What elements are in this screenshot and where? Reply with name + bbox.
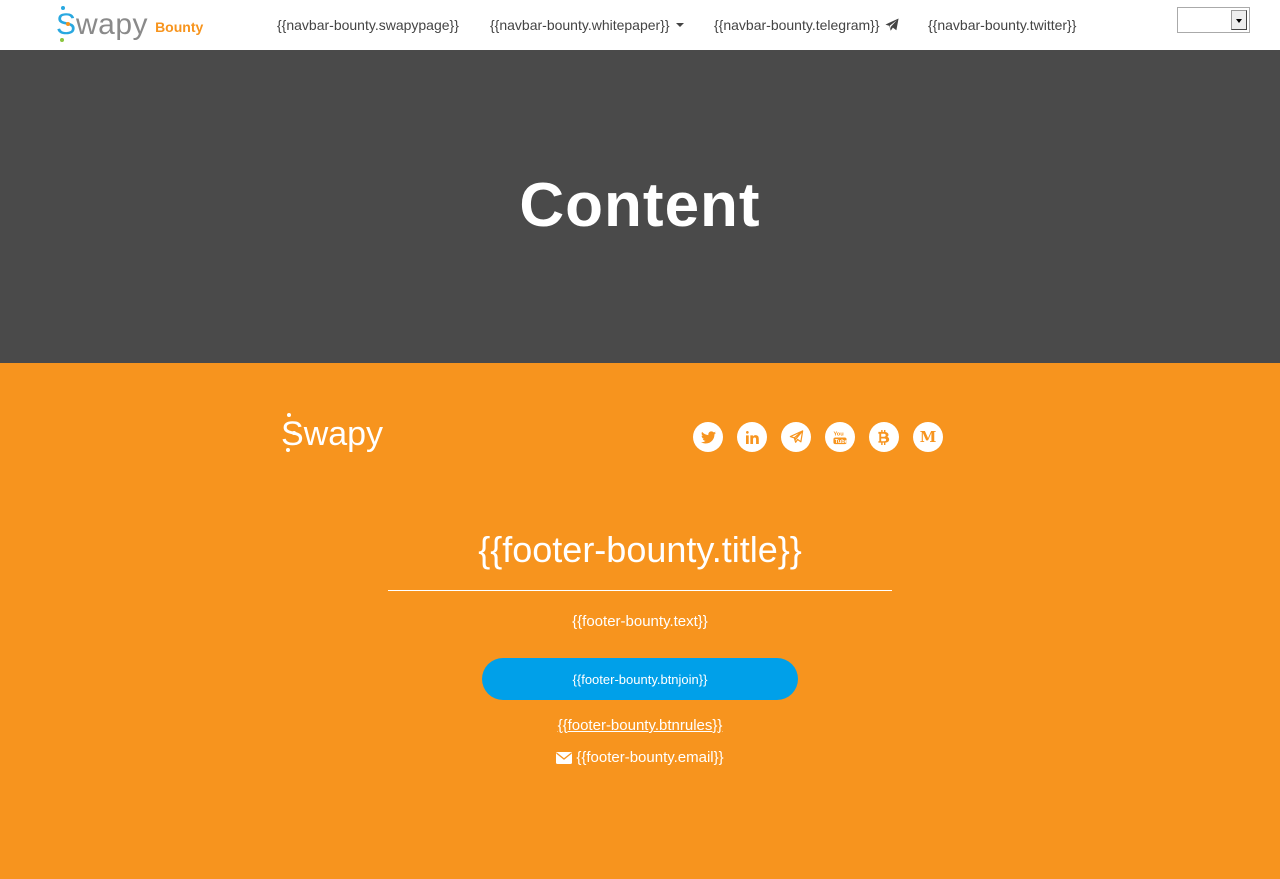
svg-text:You: You <box>833 431 844 437</box>
linkedin-icon[interactable] <box>737 422 767 452</box>
nav-whitepaper-label: {{navbar-bounty.whitepaper}} <box>490 17 670 33</box>
nav-twitter-label: {{navbar-bounty.twitter}} <box>928 17 1077 33</box>
join-button[interactable]: {{footer-bounty.btnjoin}} <box>482 658 798 700</box>
nav-twitter-link[interactable]: {{navbar-bounty.twitter}} <box>928 15 1076 35</box>
hero-title: Content <box>519 171 761 240</box>
footer-swapy-logo: Swapy <box>281 413 383 452</box>
social-links: You Tube M <box>693 422 943 452</box>
email-link[interactable]: {{footer-bounty.email}} <box>0 749 1280 766</box>
bitcoin-icon[interactable] <box>869 422 899 452</box>
join-button-label: {{footer-bounty.btnjoin}} <box>572 671 708 687</box>
telegram-icon[interactable] <box>781 422 811 452</box>
paper-plane-icon <box>884 18 899 31</box>
envelope-icon <box>556 751 573 764</box>
nav-telegram-label: {{navbar-bounty.telegram}} <box>714 17 880 33</box>
nav-whitepaper-dropdown[interactable]: {{navbar-bounty.whitepaper}} <box>490 15 684 35</box>
nav-swapypage-label: {{navbar-bounty.swapypage}} <box>277 17 459 33</box>
chevron-down-icon[interactable] <box>1231 10 1247 30</box>
medium-icon[interactable]: M <box>913 422 943 452</box>
rules-link[interactable]: {{footer-bounty.btnrules}} <box>0 717 1280 734</box>
swapy-logo: Swapy <box>56 6 148 42</box>
caret-down-icon <box>675 23 684 27</box>
nav-telegram-link[interactable]: {{navbar-bounty.telegram}} <box>714 15 899 35</box>
footer: Swapy YouTube M {{footer-bounty.title}} … <box>0 363 1280 879</box>
youtube-icon[interactable]: You Tube <box>825 422 855 452</box>
footer-text: {{footer-bounty.text}} <box>572 613 708 630</box>
navbar: Swapy Bounty {{navbar-bounty.swapypage}}… <box>0 0 1280 50</box>
nav-swapypage-link[interactable]: {{navbar-bounty.swapypage}} <box>277 15 459 35</box>
brand-bounty-label: Bounty <box>155 19 204 35</box>
footer-title: {{footer-bounty.title}} <box>478 529 802 570</box>
brand-link[interactable]: Swapy Bounty <box>56 6 204 43</box>
email-label: {{footer-bounty.email}} <box>576 749 724 766</box>
twitter-icon[interactable] <box>693 422 723 452</box>
hero-banner: Content <box>0 50 1280 363</box>
language-select[interactable] <box>1177 7 1250 33</box>
svg-text:Tube: Tube <box>835 439 847 445</box>
medium-icon-glyph: M <box>919 428 937 446</box>
divider <box>388 590 892 591</box>
